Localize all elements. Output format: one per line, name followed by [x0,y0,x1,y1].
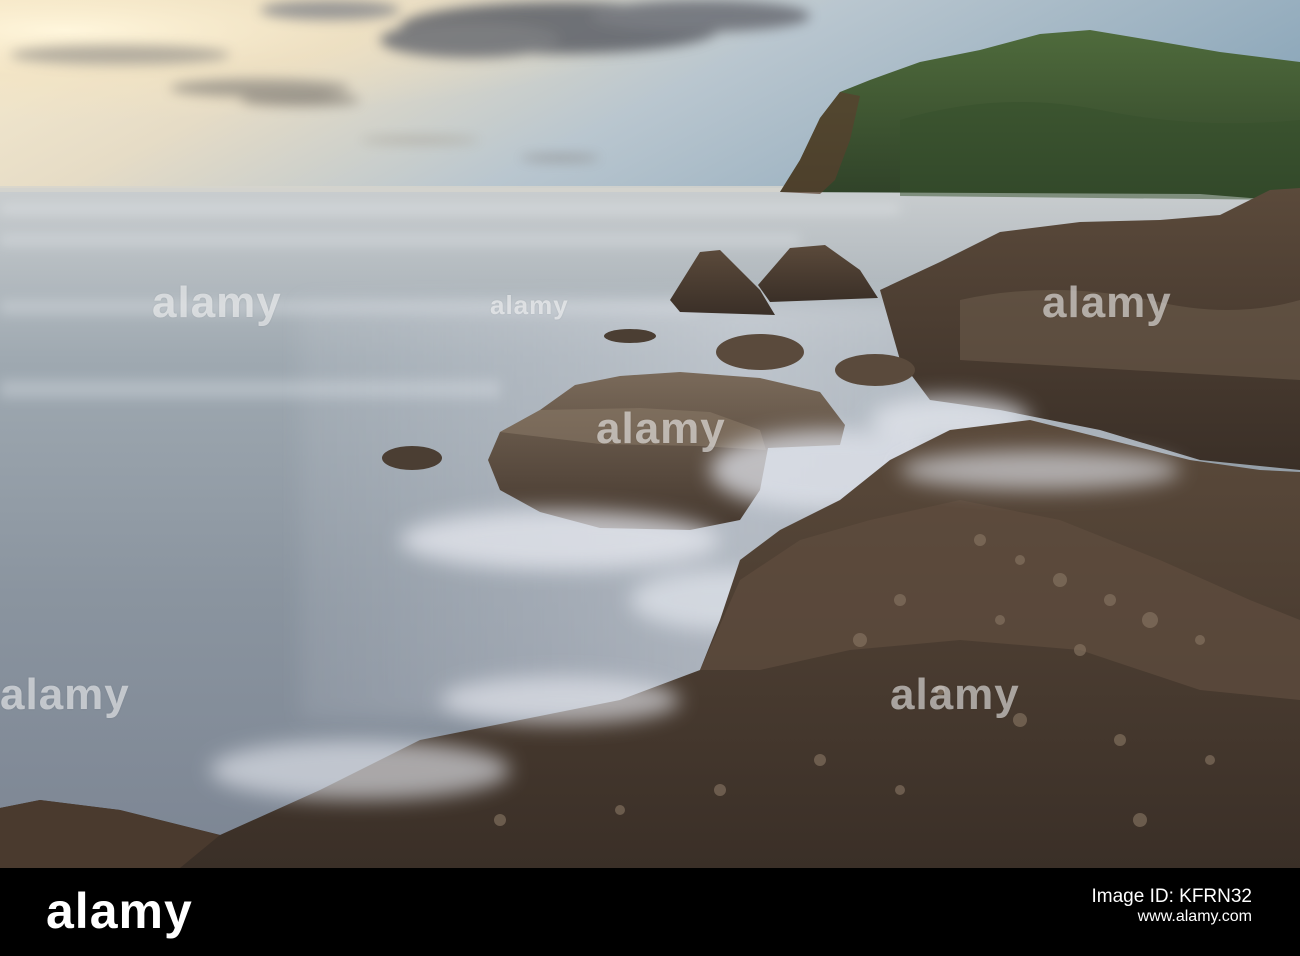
footer-meta: Image ID: KFRN32 www.alamy.com [1092,886,1253,932]
coastal-sunset-scene [0,0,1300,868]
photo: alamy alamy alamy alamy alamy alamy [0,0,1300,868]
footer-bar: alamy Image ID: KFRN32 www.alamy.com [0,868,1300,956]
site-url: www.alamy.com [1137,908,1252,925]
image-id-label: Image ID: KFRN32 [1091,886,1253,907]
alamy-logo: alamy [46,883,193,939]
